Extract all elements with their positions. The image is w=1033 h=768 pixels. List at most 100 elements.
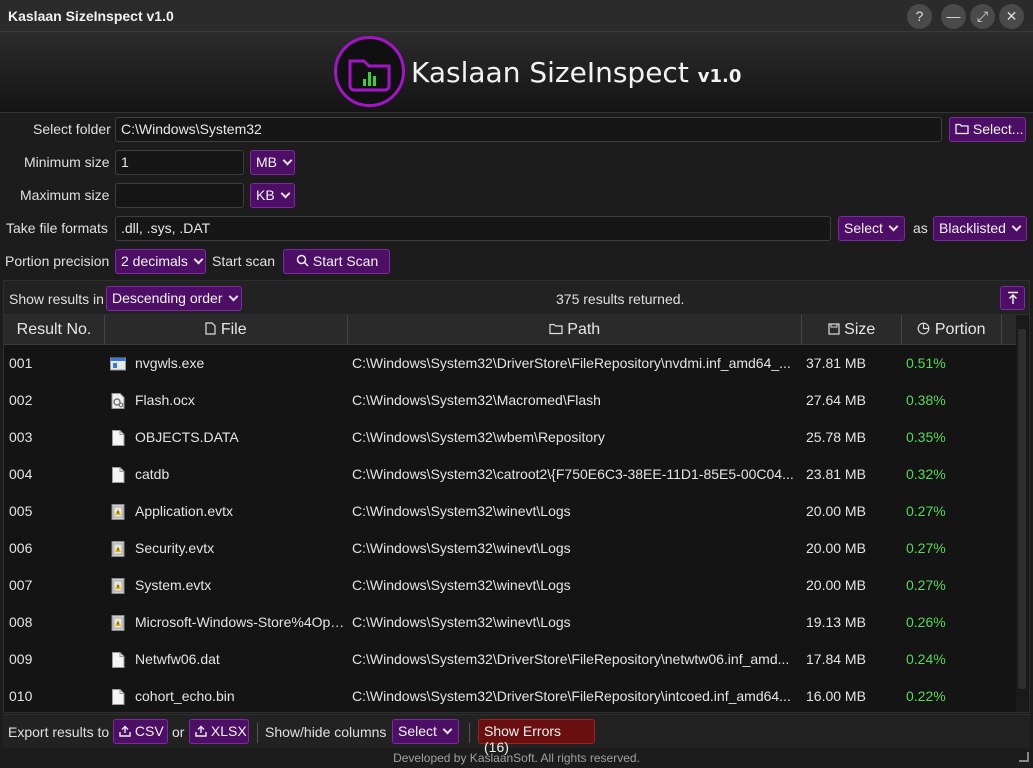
table-row[interactable]: 002 Flash.ocx C:\Windows\System32\Macromed… [4, 382, 1017, 419]
max-size-input[interactable] [115, 183, 244, 208]
result-number: 009 [9, 651, 33, 667]
result-number: 004 [9, 466, 33, 482]
chevron-down-icon [442, 724, 453, 735]
min-unit-select[interactable]: MB [250, 150, 295, 175]
table-row[interactable]: 008 Microsoft-Windows-Store%4Ope... C:\Win… [4, 604, 1017, 641]
order-value: Descending order [112, 290, 223, 306]
file-size: 25.78 MB [806, 429, 866, 445]
chevron-down-icon [193, 254, 204, 265]
export-csv-button[interactable]: CSV [113, 719, 168, 744]
min-unit-value: MB [256, 154, 277, 170]
scroll-top-button[interactable] [1000, 286, 1025, 310]
col-file-label: File [220, 321, 247, 338]
export-xlsx-button[interactable]: XLSX [189, 719, 249, 744]
help-button[interactable]: ? [907, 4, 932, 29]
col-file[interactable]: File [105, 315, 348, 345]
table-row[interactable]: 007 System.evtx C:\Windows\System32\winevt… [4, 567, 1017, 604]
formats-mode-select[interactable]: Blacklisted [933, 216, 1027, 241]
file-name: OBJECTS.DATA [135, 429, 239, 445]
precision-label: Portion precision [5, 253, 110, 269]
start-scan-text: Start Scan [312, 253, 379, 269]
file-path: C:\Windows\System32\DriverStore\FileRepo… [352, 688, 791, 704]
min-size-input[interactable]: 1 [115, 150, 244, 175]
upload-icon [119, 725, 131, 737]
formats-select[interactable]: Select [838, 216, 905, 241]
file-icon [110, 467, 126, 483]
results-scrollbar[interactable] [1016, 315, 1028, 712]
col-size[interactable]: Size [802, 315, 902, 345]
export-xlsx-label: XLSX [210, 723, 247, 739]
as-label: as [913, 220, 928, 236]
file-portion: 0.32% [906, 466, 946, 482]
close-button[interactable]: ✕ [999, 4, 1024, 29]
max-size-label: Maximum size [20, 187, 110, 203]
max-unit-select[interactable]: KB [250, 183, 295, 208]
divider [469, 723, 470, 743]
file-size: 37.81 MB [806, 355, 866, 371]
chevron-down-icon [282, 155, 293, 166]
col-path[interactable]: Path [348, 315, 802, 345]
table-row[interactable]: 006 Security.evtx C:\Windows\System32\wine… [4, 530, 1017, 567]
order-select[interactable]: Descending order [106, 286, 242, 311]
minimize-button[interactable]: — [941, 4, 966, 29]
table-row[interactable]: 003 OBJECTS.DATA C:\Windows\System32\wbem\… [4, 419, 1017, 456]
file-path: C:\Windows\System32\winevt\Logs [352, 540, 571, 556]
show-errors-button[interactable]: Show Errors (16) [478, 719, 595, 755]
maximize-button[interactable]: ⤢ [970, 4, 995, 29]
file-portion: 0.22% [906, 688, 946, 704]
precision-select[interactable]: 2 decimals [115, 249, 206, 274]
exe-icon [110, 356, 126, 372]
export-label: Export results to [8, 724, 110, 740]
file-path: C:\Windows\System32\winevt\Logs [352, 503, 571, 519]
footer-credits: Developed by KaslaanSoft. All rights res… [393, 751, 640, 765]
result-number: 007 [9, 577, 33, 593]
save-disk-icon [828, 323, 840, 335]
app-name: Kaslaan SizeInspect [411, 56, 689, 89]
folder-label: Select folder [33, 121, 111, 137]
divider [257, 723, 258, 743]
results-panel: Show results in Descending order 375 res… [3, 280, 1030, 713]
scrollbar-thumb[interactable] [1018, 329, 1026, 689]
max-unit-value: KB [256, 187, 275, 203]
evtx-icon [110, 504, 126, 520]
scan-settings: Select folder C:\Windows\System32 Select… [0, 114, 1033, 279]
file-size: 23.81 MB [806, 466, 866, 482]
folder-input[interactable]: C:\Windows\System32 [115, 117, 942, 142]
evtx-icon [110, 615, 126, 631]
formats-mode-value: Blacklisted [939, 220, 1006, 236]
file-name: Application.evtx [135, 503, 234, 519]
min-size-label: Minimum size [24, 154, 110, 170]
file-size: 20.00 MB [806, 540, 866, 556]
file-portion: 0.27% [906, 540, 946, 556]
table-row[interactable]: 010 cohort_echo.bin C:\Windows\System32\Dr… [4, 678, 1017, 715]
table-row[interactable]: 001 nvgwls.exe C:\Windows\System32\DriverS… [4, 345, 1017, 382]
columns-select[interactable]: Select [392, 719, 459, 744]
file-portion: 0.27% [906, 503, 946, 519]
file-path: C:\Windows\System32\Macromed\Flash [352, 392, 601, 408]
file-size: 19.13 MB [806, 614, 866, 630]
pie-chart-icon [918, 322, 930, 335]
file-portion: 0.51% [906, 355, 946, 371]
table-row[interactable]: 004 catdb C:\Windows\System32\catroot2\{F7… [4, 456, 1017, 493]
chevron-down-icon [280, 188, 291, 199]
result-number: 010 [9, 688, 33, 704]
start-scan-button[interactable]: Start Scan [283, 249, 390, 274]
result-number: 005 [9, 503, 33, 519]
col-result-no[interactable]: Result No. [4, 315, 105, 345]
columns-label: Show/hide columns [265, 724, 387, 740]
col-path-label: Path [567, 321, 601, 338]
file-portion: 0.35% [906, 429, 946, 445]
select-folder-button[interactable]: Select... [949, 117, 1026, 142]
formats-input[interactable]: .dll, .sys, .DAT [115, 216, 831, 241]
formats-label: Take file formats [6, 220, 108, 236]
table-row[interactable]: 005 Application.evtx C:\Windows\System32\w… [4, 493, 1017, 530]
folder-chart-icon [348, 59, 391, 92]
ocx-icon [110, 393, 126, 409]
table-row[interactable]: 009 Netwfw06.dat C:\Windows\System32\Drive… [4, 641, 1017, 678]
file-path: C:\Windows\System32\DriverStore\FileRepo… [352, 355, 791, 371]
file-name: Security.evtx [135, 540, 215, 556]
col-portion[interactable]: Portion [902, 315, 1002, 345]
resize-grip-icon[interactable] [1019, 752, 1029, 762]
file-path: C:\Windows\System32\DriverStore\FileRepo… [352, 651, 790, 667]
app-banner: Kaslaan SizeInspect v1.0 [0, 32, 1033, 113]
